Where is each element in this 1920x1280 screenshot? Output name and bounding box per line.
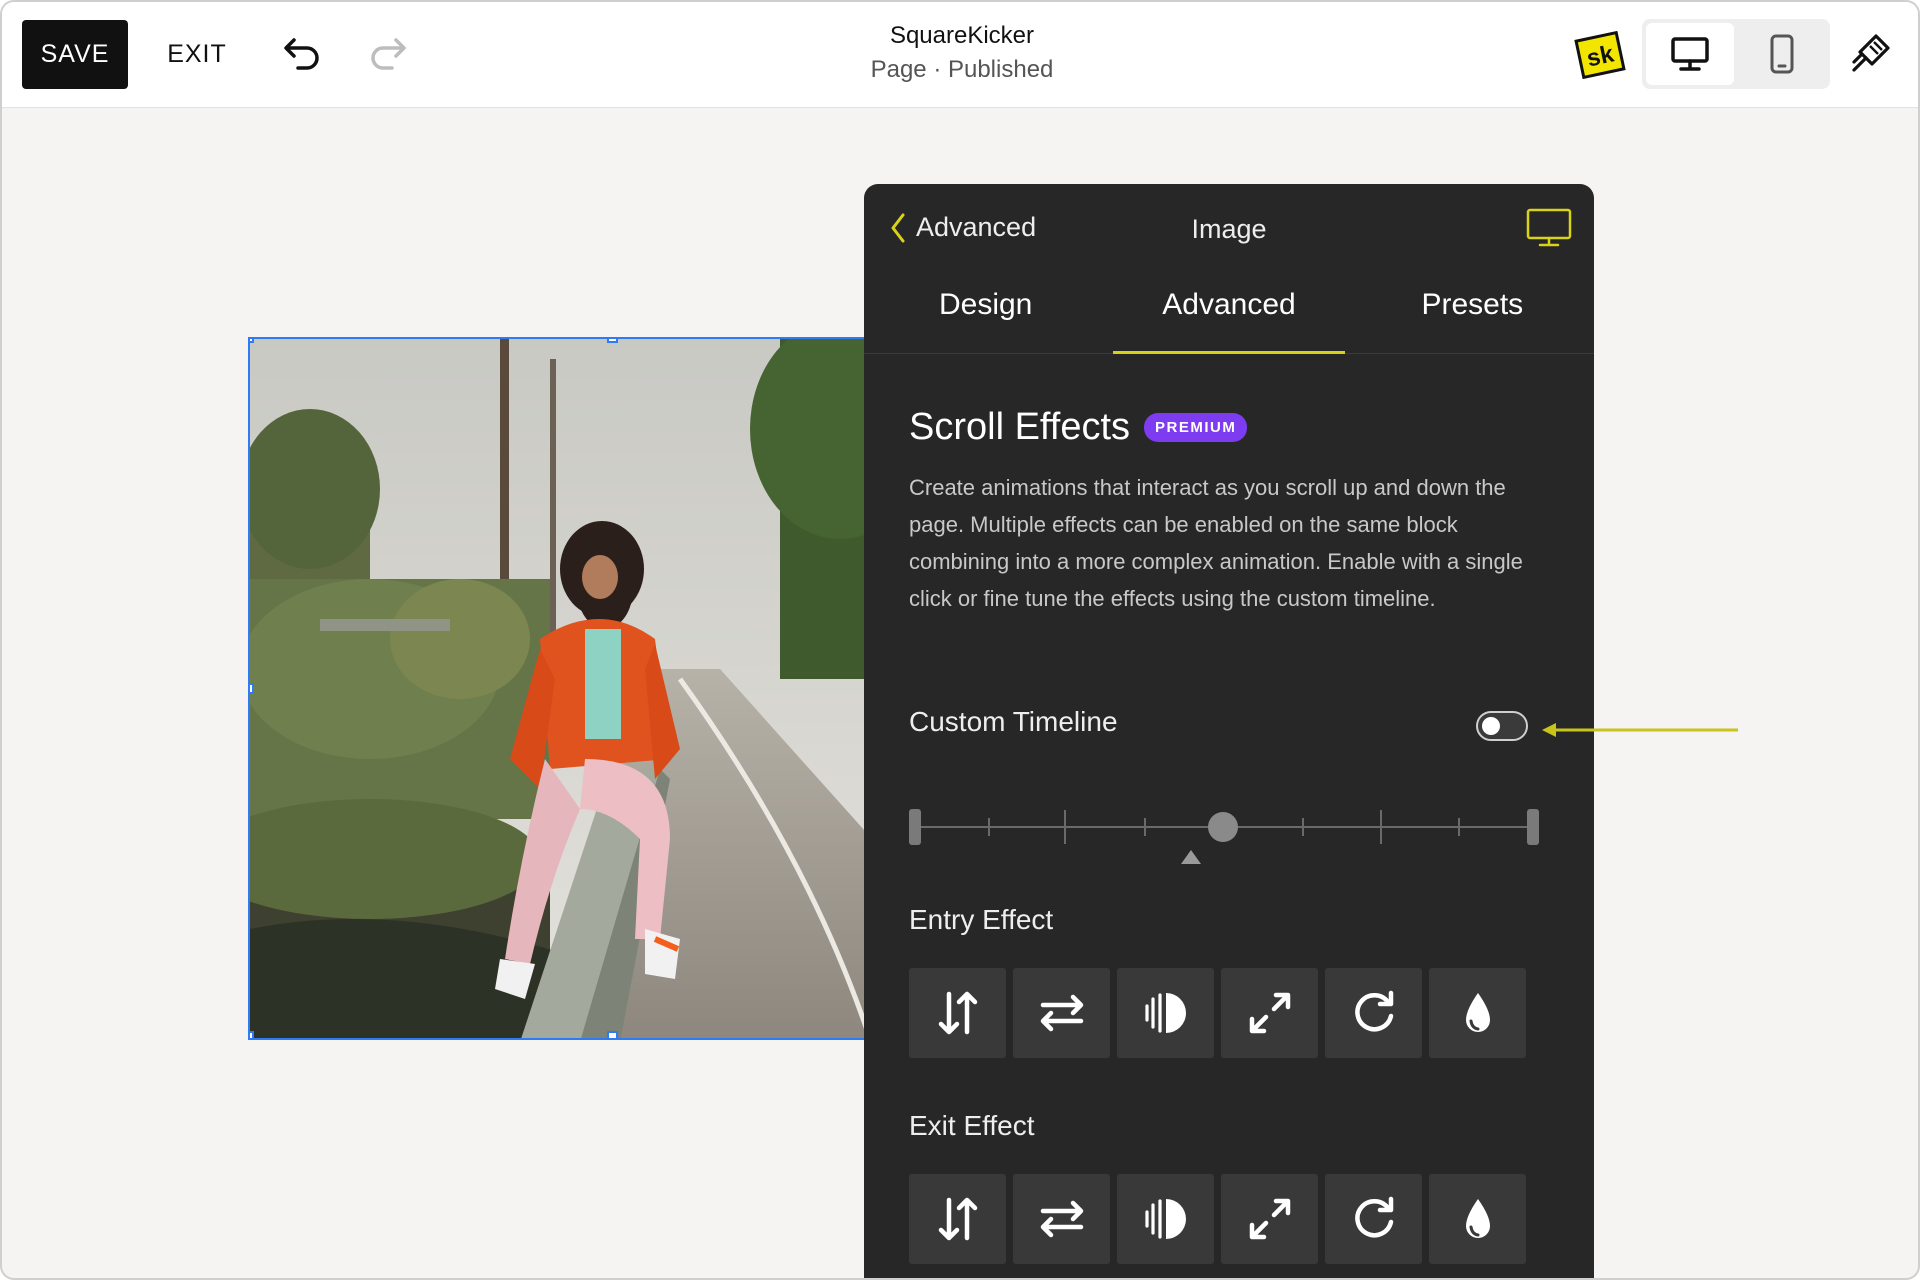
toggle-knob [1482, 717, 1500, 735]
exit-vertical-button[interactable] [909, 1174, 1006, 1264]
entry-effect-label: Entry Effect [909, 904, 1054, 935]
panel-header: Advanced Image [864, 184, 1594, 270]
entry-rotate-button[interactable] [1325, 968, 1422, 1058]
entry-opacity-button[interactable] [1117, 968, 1214, 1058]
tab-presets[interactable]: Presets [1351, 270, 1594, 353]
monitor-icon[interactable] [1526, 208, 1572, 248]
top-toolbar: SAVE EXIT SquareKicker Page · Published … [2, 2, 1918, 108]
resize-handle-left[interactable] [250, 683, 254, 694]
scale-icon [1249, 1198, 1290, 1240]
annotation-arrow-icon [1542, 723, 1738, 737]
exit-blur-button[interactable] [1429, 1174, 1526, 1264]
exit-effect-label: Exit Effect [909, 1110, 1035, 1141]
scale-icon [1249, 992, 1290, 1034]
timeline-marker [1181, 850, 1201, 864]
block-settings-panel: Advanced Image Design Advanced Presets S… [864, 184, 1594, 1278]
tab-design[interactable]: Design [864, 270, 1107, 353]
exit-horizontal-button[interactable] [1013, 1174, 1110, 1264]
opacity-icon [1144, 993, 1186, 1033]
entry-vertical-button[interactable] [909, 968, 1006, 1058]
entry-horizontal-button[interactable] [1013, 968, 1110, 1058]
premium-badge: PREMIUM [1144, 413, 1248, 442]
entry-scale-button[interactable] [1221, 968, 1318, 1058]
site-name: SquareKicker [889, 22, 1035, 49]
blur-icon [1465, 1199, 1490, 1238]
desktop-view-button[interactable] [1646, 23, 1734, 85]
panel-tabs: Design Advanced Presets [864, 270, 1594, 354]
resize-handle-bottom-left[interactable] [250, 1031, 254, 1038]
exit-opacity-button[interactable] [1117, 1174, 1214, 1264]
rotate-icon [1354, 1196, 1393, 1238]
exit-scale-button[interactable] [1221, 1174, 1318, 1264]
resize-handle-top-left[interactable] [250, 339, 254, 343]
entry-effect-options [909, 968, 1526, 1058]
exit-rotate-button[interactable] [1325, 1174, 1422, 1264]
desktop-icon [1671, 37, 1709, 71]
page-title-block: SquareKicker Page · Published [762, 22, 1162, 84]
mobile-icon [1770, 34, 1794, 74]
custom-timeline-label: Custom Timeline [909, 706, 1118, 737]
save-button[interactable]: SAVE [22, 20, 128, 89]
rotate-icon [1354, 990, 1393, 1032]
timeline-slider[interactable] [909, 794, 1539, 874]
mobile-view-button[interactable] [1738, 23, 1826, 85]
timeline-start-handle [909, 809, 921, 845]
entry-blur-button[interactable] [1429, 968, 1526, 1058]
vertical-move-icon [938, 1197, 977, 1241]
undo-icon[interactable] [280, 30, 324, 74]
page-status: Page · Published [870, 56, 1054, 83]
panel-title: Image [1191, 214, 1267, 244]
resize-handle-bottom[interactable] [607, 1031, 618, 1038]
blur-icon [1465, 993, 1490, 1032]
editor-window: SAVE EXIT SquareKicker Page · Published … [0, 0, 1920, 1280]
timeline-end-handle [1527, 809, 1539, 845]
timeline-thumb [1208, 812, 1238, 842]
opacity-icon [1144, 1199, 1186, 1239]
street-photo [250, 339, 886, 1038]
section-header: Scroll Effects PREMIUM [909, 406, 1248, 449]
exit-button[interactable]: EXIT [152, 20, 242, 89]
redo-icon[interactable] [366, 30, 410, 74]
exit-effect-options [909, 1174, 1526, 1264]
section-title: Scroll Effects [909, 406, 1131, 448]
device-toggle [1642, 19, 1830, 89]
design-brush-icon[interactable] [1848, 32, 1892, 76]
tab-advanced[interactable]: Advanced [1107, 270, 1350, 354]
horizontal-move-icon [1040, 994, 1083, 1032]
resize-handle-top[interactable] [607, 339, 618, 343]
custom-timeline-toggle[interactable] [1476, 711, 1528, 741]
squarekicker-logo-icon[interactable]: sk [1572, 30, 1628, 80]
vertical-move-icon [938, 991, 977, 1035]
horizontal-move-icon [1040, 1200, 1083, 1238]
section-description: Create animations that interact as you s… [909, 475, 1523, 611]
selected-image-block[interactable] [248, 337, 888, 1040]
